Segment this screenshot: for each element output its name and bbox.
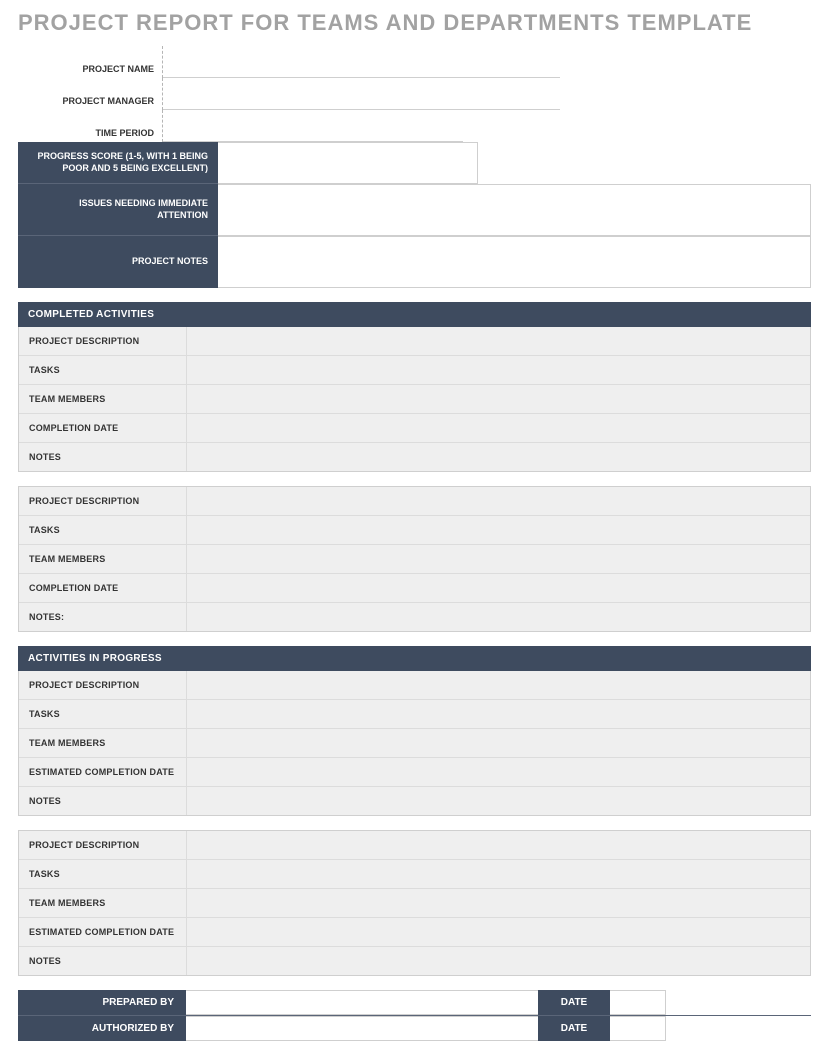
footer-signature-section: PREPARED BY DATE AUTHORIZED BY DATE [18,990,811,1041]
progress-score-input[interactable] [218,142,478,184]
field-label: COMPLETION DATE [19,574,187,602]
field-label: NOTES [19,443,187,471]
field-input[interactable] [187,443,810,471]
field-input[interactable] [187,414,810,442]
field-label: TASKS [19,700,187,728]
field-label: NOTES: [19,603,187,631]
field-input[interactable] [187,918,810,946]
field-label: COMPLETION DATE [19,414,187,442]
field-input[interactable] [187,758,810,786]
top-info-section: PROJECT NAME PROJECT MANAGER TIME PERIOD… [18,46,811,288]
field-label: PROJECT DESCRIPTION [19,671,187,699]
field-label: PROJECT DESCRIPTION [19,327,187,355]
field-label: TEAM MEMBERS [19,385,187,413]
field-input[interactable] [187,487,810,515]
field-input[interactable] [187,545,810,573]
field-input[interactable] [187,603,810,631]
field-input[interactable] [187,700,810,728]
field-label: TEAM MEMBERS [19,729,187,757]
project-notes-input[interactable] [218,236,811,288]
field-label: TASKS [19,860,187,888]
field-input[interactable] [187,516,810,544]
project-name-input[interactable] [163,46,560,78]
field-label: TEAM MEMBERS [19,889,187,917]
progress-score-label: PROGRESS SCORE (1-5, WITH 1 BEING POOR A… [18,142,218,184]
project-manager-label: PROJECT MANAGER [18,78,163,110]
field-label: NOTES [19,787,187,815]
issues-input[interactable] [218,184,811,236]
authorized-by-label: AUTHORIZED BY [18,1016,186,1041]
field-input[interactable] [187,947,810,975]
field-label: TASKS [19,516,187,544]
field-label: TEAM MEMBERS [19,545,187,573]
field-label: PROJECT DESCRIPTION [19,487,187,515]
completed-activities-header: COMPLETED ACTIVITIES [18,302,811,327]
activities-in-progress-header: ACTIVITIES IN PROGRESS [18,646,811,671]
prepared-date-input[interactable] [610,990,666,1015]
authorized-date-input[interactable] [610,1016,666,1041]
field-label: NOTES [19,947,187,975]
field-input[interactable] [187,889,810,917]
field-input[interactable] [187,327,810,355]
authorized-date-label: DATE [538,1016,610,1041]
project-manager-input[interactable] [163,78,560,110]
prepared-date-label: DATE [538,990,610,1015]
completed-block-1: PROJECT DESCRIPTION TASKS TEAM MEMBERS C… [18,327,811,472]
field-label: TASKS [19,356,187,384]
issues-label: ISSUES NEEDING IMMEDIATE ATTENTION [18,184,218,236]
prepared-by-input[interactable] [186,990,538,1015]
field-label: ESTIMATED COMPLETION DATE [19,758,187,786]
field-input[interactable] [187,787,810,815]
time-period-label: TIME PERIOD [18,110,163,142]
time-period-input[interactable] [163,110,463,142]
field-input[interactable] [187,671,810,699]
page-title: PROJECT REPORT FOR TEAMS AND DEPARTMENTS… [18,10,811,36]
field-label: ESTIMATED COMPLETION DATE [19,918,187,946]
progress-block-2: PROJECT DESCRIPTION TASKS TEAM MEMBERS E… [18,830,811,976]
authorized-by-input[interactable] [186,1016,538,1041]
project-name-label: PROJECT NAME [18,46,163,78]
progress-block-1: PROJECT DESCRIPTION TASKS TEAM MEMBERS E… [18,671,811,816]
project-notes-label: PROJECT NOTES [18,236,218,288]
field-input[interactable] [187,860,810,888]
field-label: PROJECT DESCRIPTION [19,831,187,859]
field-input[interactable] [187,729,810,757]
field-input[interactable] [187,356,810,384]
field-input[interactable] [187,574,810,602]
prepared-by-label: PREPARED BY [18,990,186,1015]
completed-block-2: PROJECT DESCRIPTION TASKS TEAM MEMBERS C… [18,486,811,632]
field-input[interactable] [187,385,810,413]
field-input[interactable] [187,831,810,859]
